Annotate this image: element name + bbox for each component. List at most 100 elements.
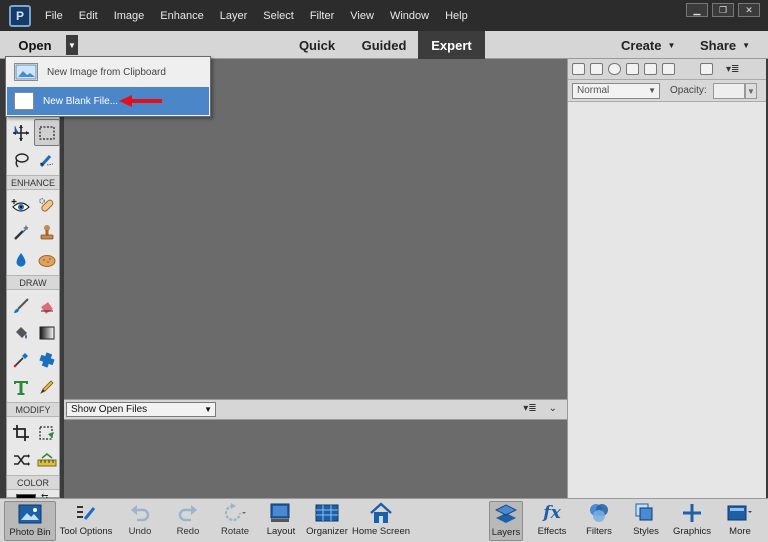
straighten-tool-icon[interactable] bbox=[34, 446, 60, 473]
chevron-down-icon: ▼ bbox=[204, 405, 212, 414]
quick-selection-tool-icon[interactable] bbox=[34, 146, 60, 173]
adjustment-layer-icon[interactable] bbox=[608, 63, 621, 75]
layout-button[interactable]: Layout bbox=[262, 501, 300, 541]
menu-window[interactable]: Window bbox=[382, 10, 437, 22]
home-screen-button[interactable]: Home Screen bbox=[350, 501, 412, 541]
filters-label: Filters bbox=[586, 526, 612, 537]
paint-bucket-tool-icon[interactable] bbox=[8, 319, 34, 346]
more-button[interactable]: More bbox=[720, 501, 760, 541]
tab-guided[interactable]: Guided bbox=[352, 31, 416, 59]
layers-label: Layers bbox=[491, 527, 521, 538]
clone-stamp-tool-icon[interactable] bbox=[34, 219, 60, 246]
maximize-icon[interactable]: ❐ bbox=[712, 3, 734, 17]
trash-icon[interactable] bbox=[700, 63, 713, 75]
rectangular-marquee-tool-icon[interactable] bbox=[34, 119, 60, 146]
tool-group-draw bbox=[7, 290, 59, 402]
opacity-input[interactable] bbox=[713, 83, 745, 99]
spot-healing-brush-icon[interactable] bbox=[34, 192, 60, 219]
photo-bin-label: Photo Bin bbox=[9, 527, 51, 538]
opacity-label: Opacity: bbox=[670, 85, 707, 96]
undo-button[interactable]: Undo bbox=[122, 501, 158, 541]
chevron-down-icon: ▼ bbox=[648, 86, 656, 95]
recompose-tool-icon[interactable] bbox=[34, 419, 60, 446]
layer-mask-icon[interactable] bbox=[626, 63, 639, 75]
minimize-icon[interactable]: ▁ bbox=[686, 3, 708, 17]
chevron-down-icon[interactable]: ▼ bbox=[745, 83, 757, 99]
custom-shape-tool-icon[interactable] bbox=[34, 346, 60, 373]
section-label-modify: MODIFY bbox=[7, 402, 59, 417]
redo-button[interactable]: Redo bbox=[170, 501, 206, 541]
chevron-down-icon: ▼ bbox=[742, 40, 751, 50]
share-button[interactable]: Share ▼ bbox=[700, 31, 750, 59]
blend-mode-dropdown[interactable]: Normal ▼ bbox=[572, 83, 660, 99]
eyedropper-tool-icon[interactable] bbox=[8, 346, 34, 373]
open-dropdown-caret-icon[interactable]: ▼ bbox=[66, 35, 78, 55]
lasso-tool-icon[interactable] bbox=[8, 146, 34, 173]
home-icon bbox=[368, 501, 394, 525]
close-icon[interactable]: ✕ bbox=[738, 3, 760, 17]
app-logo-icon: P bbox=[9, 4, 31, 27]
content-aware-move-icon[interactable] bbox=[8, 446, 34, 473]
layers-button[interactable]: Layers bbox=[489, 501, 523, 541]
menu-help[interactable]: Help bbox=[437, 10, 476, 22]
pencil-tool-icon[interactable] bbox=[34, 373, 60, 400]
create-label: Create bbox=[621, 37, 662, 53]
red-eye-tool-icon[interactable] bbox=[8, 192, 34, 219]
blur-tool-icon[interactable] bbox=[8, 246, 34, 273]
open-button[interactable]: Open bbox=[4, 34, 66, 56]
menu-item-new-image-from-clipboard[interactable]: New Image from Clipboard bbox=[7, 58, 209, 86]
graphics-button[interactable]: Graphics bbox=[670, 501, 714, 541]
brush-tool-icon[interactable] bbox=[8, 292, 34, 319]
tool-group-enhance bbox=[7, 190, 59, 275]
organizer-button[interactable]: Organizer bbox=[304, 501, 350, 541]
panel-menu-icon[interactable]: ▾≣ bbox=[523, 403, 536, 414]
type-tool-icon[interactable] bbox=[8, 373, 34, 400]
effects-label: Effects bbox=[537, 526, 567, 537]
filters-button[interactable]: Filters bbox=[580, 501, 618, 541]
plus-icon bbox=[679, 501, 705, 525]
eraser-tool-icon[interactable] bbox=[34, 292, 60, 319]
collapse-icon[interactable]: ⌄ bbox=[549, 403, 557, 414]
effects-button[interactable]: fx Effects bbox=[532, 501, 572, 541]
menu-image[interactable]: Image bbox=[106, 10, 153, 22]
menu-filter[interactable]: Filter bbox=[302, 10, 342, 22]
lock-transparency-icon[interactable] bbox=[662, 63, 675, 75]
new-layer-icon[interactable] bbox=[572, 63, 585, 75]
sponge-tool-icon[interactable] bbox=[34, 246, 60, 273]
lock-all-icon[interactable] bbox=[644, 63, 657, 75]
blank-file-icon bbox=[14, 92, 34, 110]
photo-bin-button[interactable]: Photo Bin bbox=[4, 501, 56, 541]
open-dropdown-menu: New Image from Clipboard New Blank File.… bbox=[5, 56, 211, 117]
organizer-label: Organizer bbox=[306, 526, 348, 537]
styles-button[interactable]: Styles bbox=[627, 501, 665, 541]
panel-menu-icon[interactable]: ▾≣ bbox=[726, 64, 739, 75]
crop-tool-icon[interactable] bbox=[8, 419, 34, 446]
more-label: More bbox=[729, 526, 751, 537]
rotate-button[interactable]: Rotate bbox=[214, 501, 256, 541]
menu-select[interactable]: Select bbox=[255, 10, 302, 22]
window-controls: ▁ ❐ ✕ bbox=[686, 3, 760, 17]
menu-item-label: New Image from Clipboard bbox=[47, 66, 166, 78]
menu-enhance[interactable]: Enhance bbox=[152, 10, 211, 22]
move-tool-icon[interactable] bbox=[8, 119, 34, 146]
new-group-icon[interactable] bbox=[590, 63, 603, 75]
fx-icon: fx bbox=[543, 503, 561, 523]
layers-panel-toolbar: ▾≣ bbox=[568, 59, 766, 80]
tab-expert[interactable]: Expert bbox=[418, 31, 485, 59]
photo-bin-dropdown[interactable]: Show Open Files ▼ bbox=[66, 402, 216, 417]
tab-quick[interactable]: Quick bbox=[288, 31, 346, 59]
menu-item-label: New Blank File... bbox=[43, 95, 119, 107]
menu-item-new-blank-file[interactable]: New Blank File... bbox=[7, 87, 209, 115]
tool-options-icon bbox=[73, 501, 99, 525]
photo-bin-area[interactable] bbox=[64, 420, 567, 498]
smart-brush-tool-icon[interactable] bbox=[8, 219, 34, 246]
menu-file[interactable]: File bbox=[37, 10, 71, 22]
menu-view[interactable]: View bbox=[342, 10, 382, 22]
menu-layer[interactable]: Layer bbox=[212, 10, 256, 22]
layout-icon bbox=[268, 501, 294, 525]
menu-edit[interactable]: Edit bbox=[71, 10, 106, 22]
gradient-tool-icon[interactable] bbox=[34, 319, 60, 346]
more-icon bbox=[727, 501, 753, 525]
tool-options-button[interactable]: Tool Options bbox=[58, 501, 114, 541]
create-button[interactable]: Create ▼ bbox=[621, 31, 675, 59]
